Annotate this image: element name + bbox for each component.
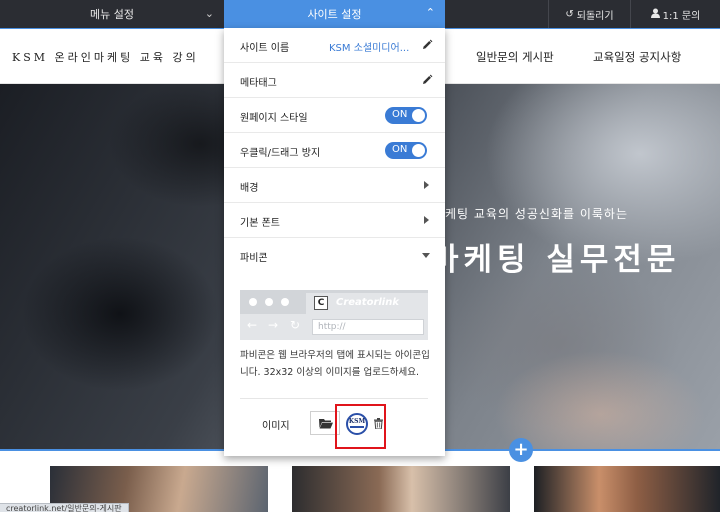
reload-icon: ↻ [290, 318, 301, 332]
site-settings-panel: 사이트 이름 KSM 소셜미디어... 메타태그 원페이지 스타일 ON 우클릭… [224, 28, 445, 456]
chevron-up-icon: ⌃ [425, 6, 435, 19]
setting-background[interactable]: 배경 [224, 168, 445, 203]
favicon-icon: C [314, 296, 328, 310]
admin-toolbar: 메뉴 설정 ⌄ 사이트 설정 ⌃ ↺ 되돌리기 1:1 문의 [0, 0, 720, 28]
preview-url-bar: http:// [312, 319, 424, 335]
undo-icon: ↺ [565, 8, 574, 20]
site-settings-label: 사이트 설정 [307, 8, 362, 21]
undo-label: 되돌리기 [576, 10, 614, 22]
user-icon [650, 8, 660, 21]
site-name-value: KSM 소셜미디어... [329, 43, 410, 54]
window-dot-icon [281, 298, 289, 306]
toggle-knob [412, 144, 425, 157]
setting-label: 메타태그 [240, 78, 277, 89]
folder-open-icon [319, 419, 333, 429]
preview-tab-name: Creatorlink [336, 297, 400, 308]
image-label: 이미지 [262, 421, 290, 432]
setting-default-font[interactable]: 기본 폰트 [224, 203, 445, 238]
hero-title: 마케팅 실무전문 [430, 242, 681, 278]
divider [240, 398, 428, 399]
preview-tab-strip: C Creatorlink [240, 290, 428, 314]
setting-site-name[interactable]: 사이트 이름 KSM 소셜미디어... [224, 28, 445, 63]
add-section-button[interactable]: + [509, 438, 533, 462]
forward-arrow-icon: → [268, 318, 279, 332]
setting-label: 기본 폰트 [240, 218, 280, 229]
browser-status-bar: creatorlink.net/일반문의-게시판 [0, 503, 129, 512]
setting-meta-tag[interactable]: 메타태그 [224, 63, 445, 98]
setting-label: 우클릭/드래그 방지 [240, 148, 321, 159]
toggle-state: ON [392, 144, 408, 155]
window-dot-icon [249, 298, 257, 306]
menu-settings-label: 메뉴 설정 [90, 8, 134, 21]
site-logo[interactable]: KSM 온라인마케팅 교육 강의 [12, 49, 199, 65]
inquiry-label: 1:1 문의 [662, 10, 701, 22]
highlight-box [335, 404, 386, 449]
chevron-right-icon [424, 216, 429, 224]
preview-tab: C Creatorlink [306, 293, 428, 314]
favicon-preview: C Creatorlink ← → ↻ http:// [240, 290, 428, 340]
nav-item-inquiry-board[interactable]: 일반문의 게시판 [476, 49, 554, 65]
favicon-description: 파비콘은 웹 브라우저의 탭에 표시되는 아이콘입니다. 32x32 이상의 이… [240, 350, 430, 378]
setting-label: 배경 [240, 183, 259, 194]
window-dot-icon [265, 298, 273, 306]
setting-favicon[interactable]: 파비콘 [224, 238, 445, 273]
inquiry-button[interactable]: 1:1 문의 [630, 0, 720, 28]
setting-label: 파비콘 [240, 253, 268, 264]
chevron-down-icon [422, 253, 430, 258]
site-settings-button[interactable]: 사이트 설정 ⌃ [224, 0, 445, 28]
hero-subtitle: 케팅 교육의 성공신화를 이룩하는 [445, 207, 629, 221]
toggle-knob [412, 109, 425, 122]
undo-button[interactable]: ↺ 되돌리기 [548, 0, 630, 28]
setting-rightclick-protect: 우클릭/드래그 방지 ON [224, 133, 445, 168]
toggle-state: ON [392, 109, 408, 120]
pencil-icon[interactable] [421, 74, 433, 86]
setting-label: 원페이지 스타일 [240, 113, 308, 124]
menu-settings-button[interactable]: 메뉴 설정 ⌄ [0, 0, 224, 28]
onepage-style-toggle[interactable]: ON [385, 107, 427, 124]
chevron-right-icon [424, 181, 429, 189]
thumbnail-image[interactable] [534, 466, 720, 512]
pencil-icon[interactable] [421, 39, 433, 51]
rightclick-protect-toggle[interactable]: ON [385, 142, 427, 159]
setting-onepage-style: 원페이지 스타일 ON [224, 98, 445, 133]
back-arrow-icon: ← [247, 318, 258, 332]
setting-label: 사이트 이름 [240, 43, 290, 54]
chevron-down-icon: ⌄ [204, 7, 214, 20]
thumbnail-image[interactable] [292, 466, 510, 512]
nav-item-schedule-notice[interactable]: 교육일정 공지사항 [593, 49, 681, 65]
